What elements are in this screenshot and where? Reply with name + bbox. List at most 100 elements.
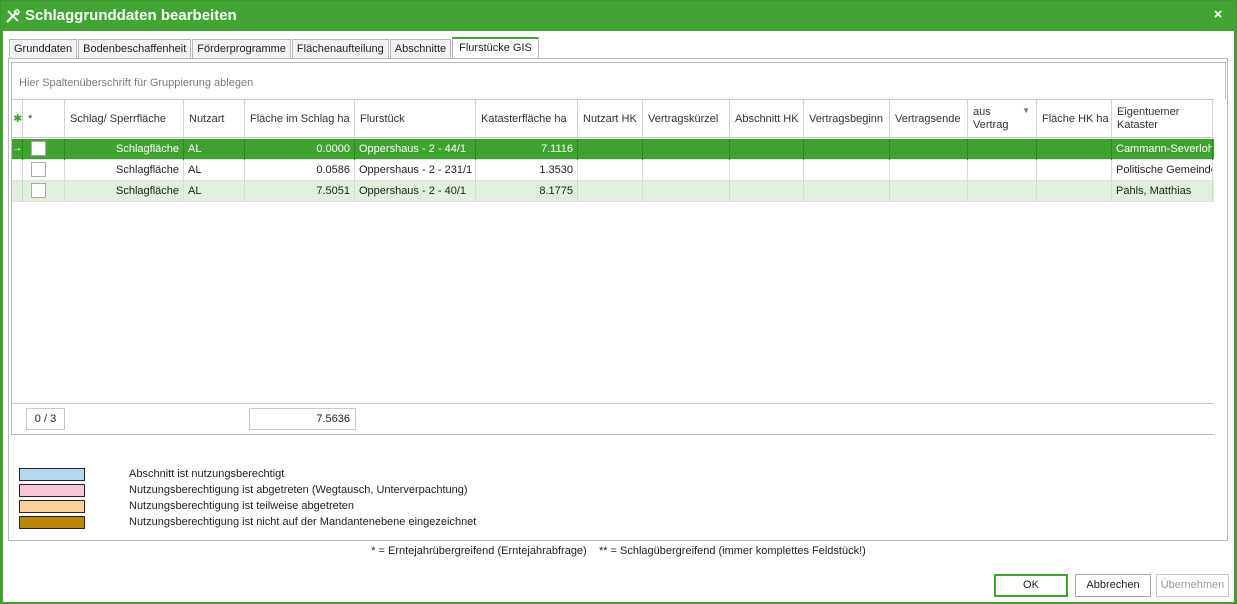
grid-footer: 0 / 3 7.5636: [12, 403, 1214, 434]
legend-swatch-brown: [19, 516, 85, 529]
cell-abschnitt-hk[interactable]: [730, 139, 804, 160]
tab-abschnitte[interactable]: Abschnitte: [389, 39, 452, 58]
cell-abschnitt-hk[interactable]: [730, 181, 804, 202]
cell-nutzart[interactable]: AL: [184, 160, 245, 181]
cancel-button[interactable]: Abbrechen: [1075, 574, 1151, 597]
column-header-vertragsbeginn[interactable]: Vertragsbeginn: [804, 100, 890, 138]
column-header-schlag[interactable]: Schlag/ Sperrfläche: [65, 100, 184, 138]
cell-vertragsende[interactable]: [890, 139, 968, 160]
column-header-eigentuemer[interactable]: Eigentuemer Kataster: [1112, 100, 1213, 138]
cell-eigentuemer[interactable]: Politische Gemeinde: [1112, 160, 1213, 181]
cell-star[interactable]: [23, 181, 65, 202]
current-row-arrow-icon: →: [12, 139, 23, 160]
column-header-flaeche-schlag[interactable]: Fläche im Schlag ha: [245, 100, 355, 138]
cell-star[interactable]: [23, 139, 65, 160]
cell-flaeche-schlag[interactable]: 0.0000: [245, 139, 355, 160]
tab-grunddaten[interactable]: Grunddaten: [9, 39, 78, 58]
cell-flurstueck[interactable]: Oppershaus - 2 - 40/1: [355, 181, 476, 202]
cell-aus-vertrag[interactable]: [968, 160, 1037, 181]
cell-flurstueck[interactable]: Oppershaus - 2 - 44/1: [355, 139, 476, 160]
cell-eigentuemer[interactable]: Cammann-Severloh: [1112, 139, 1213, 160]
legend-item: Nutzungsberechtigung ist abgetreten (Weg…: [19, 484, 619, 498]
cell-katasterflaeche[interactable]: 7.1116: [476, 139, 578, 160]
data-grid: Hier Spaltenüberschrift für Gruppierung …: [11, 62, 1226, 435]
cell-vertragsbeginn[interactable]: [804, 160, 890, 181]
cell-nutzart[interactable]: AL: [184, 181, 245, 202]
close-icon[interactable]: ×: [1210, 6, 1226, 24]
cell-flaeche-hk[interactable]: [1037, 139, 1112, 160]
legend-swatch-pink: [19, 484, 85, 497]
legend-item: Nutzungsberechtigung ist nicht auf der M…: [19, 516, 619, 530]
row-checkbox[interactable]: [31, 141, 46, 156]
legend-label: Nutzungsberechtigung ist nicht auf der M…: [129, 516, 477, 528]
row-indicator: [12, 181, 23, 202]
table-row[interactable]: → Schlagfläche AL 0.0000 Oppershaus - 2 …: [12, 139, 1214, 160]
new-row-icon[interactable]: ✱: [12, 100, 23, 138]
column-header-aus-vertrag-label: aus Vertrag: [973, 106, 1009, 131]
cell-nutzart[interactable]: AL: [184, 139, 245, 160]
tab-flurstuecke-gis[interactable]: Flurstücke GIS: [452, 37, 539, 58]
tab-bodenbeschaffenheit[interactable]: Bodenbeschaffenheit: [78, 39, 192, 58]
legend-label: Abschnitt ist nutzungsberechtigt: [129, 468, 285, 480]
tab-foerderprogramme[interactable]: Förderprogramme: [192, 39, 291, 58]
column-header-vertragskuerzel[interactable]: Vertragskürzel: [643, 100, 730, 138]
column-header-nutzart-hk[interactable]: Nutzart HK: [578, 100, 643, 138]
column-header-nutzart[interactable]: Nutzart: [184, 100, 245, 138]
cell-flaeche-hk[interactable]: [1037, 160, 1112, 181]
cell-schlag[interactable]: Schlagfläche: [65, 139, 184, 160]
cell-flaeche-hk[interactable]: [1037, 181, 1112, 202]
legend-item: Nutzungsberechtigung ist teilweise abget…: [19, 500, 619, 514]
cell-star[interactable]: [23, 160, 65, 181]
cell-katasterflaeche[interactable]: 8.1775: [476, 181, 578, 202]
dialog-content: Grunddaten Bodenbeschaffenheit Förderpro…: [3, 31, 1234, 602]
row-indicator: [12, 160, 23, 181]
cell-vertragsende[interactable]: [890, 160, 968, 181]
cell-schlag[interactable]: Schlagfläche: [65, 160, 184, 181]
tab-panel-flurstuecke-gis: Hier Spaltenüberschrift für Gruppierung …: [8, 58, 1228, 541]
cell-katasterflaeche[interactable]: 1.3530: [476, 160, 578, 181]
cell-vertragsende[interactable]: [890, 181, 968, 202]
column-header-star[interactable]: *: [23, 100, 65, 138]
group-panel-hint[interactable]: Hier Spaltenüberschrift für Gruppierung …: [19, 77, 253, 89]
legend-swatch-blue: [19, 468, 85, 481]
table-row[interactable]: Schlagfläche AL 7.5051 Oppershaus - 2 - …: [12, 181, 1214, 202]
column-header-abschnitt-hk[interactable]: Abschnitt HK: [730, 100, 804, 138]
cell-aus-vertrag[interactable]: [968, 181, 1037, 202]
apply-button[interactable]: Übernehmen: [1156, 574, 1229, 597]
cell-abschnitt-hk[interactable]: [730, 160, 804, 181]
tab-flaechenaufteilung[interactable]: Flächenaufteilung: [291, 39, 389, 58]
table-row[interactable]: Schlagfläche AL 0.0586 Oppershaus - 2 - …: [12, 160, 1214, 181]
cell-nutzart-hk[interactable]: [578, 160, 643, 181]
row-checkbox[interactable]: [31, 183, 46, 198]
column-header-aus-vertrag[interactable]: aus Vertrag ▼: [968, 100, 1037, 138]
cell-flurstueck[interactable]: Oppershaus - 2 - 231/1: [355, 160, 476, 181]
footnote-text: * = Erntejahrübergreifend (Erntejahrabfr…: [371, 545, 866, 557]
flaeche-sum-summary: 7.5636: [249, 408, 356, 430]
ok-button[interactable]: OK: [994, 574, 1068, 597]
cell-vertragskuerzel[interactable]: [643, 139, 730, 160]
grid-header: ✱ * Schlag/ Sperrfläche Nutzart Fläche i…: [12, 99, 1214, 138]
grid-right-gutter: [1214, 99, 1226, 435]
tab-strip: Grunddaten Bodenbeschaffenheit Förderpro…: [9, 37, 540, 58]
cell-vertragskuerzel[interactable]: [643, 181, 730, 202]
legend-label: Nutzungsberechtigung ist teilweise abget…: [129, 500, 355, 512]
row-count-summary: 0 / 3: [26, 408, 65, 430]
column-header-katasterflaeche[interactable]: Katasterfläche ha: [476, 100, 578, 138]
cell-aus-vertrag[interactable]: [968, 139, 1037, 160]
legend-label: Nutzungsberechtigung ist abgetreten (Weg…: [129, 484, 468, 496]
cell-flaeche-schlag[interactable]: 7.5051: [245, 181, 355, 202]
cell-nutzart-hk[interactable]: [578, 139, 643, 160]
cell-schlag[interactable]: Schlagfläche: [65, 181, 184, 202]
cell-nutzart-hk[interactable]: [578, 181, 643, 202]
filter-icon[interactable]: ▼: [1022, 104, 1030, 117]
cell-eigentuemer[interactable]: Pahls, Matthias: [1112, 181, 1213, 202]
row-checkbox[interactable]: [31, 162, 46, 177]
column-header-vertragsende[interactable]: Vertragsende: [890, 100, 968, 138]
cell-vertragsbeginn[interactable]: [804, 181, 890, 202]
cell-vertragsbeginn[interactable]: [804, 139, 890, 160]
cell-vertragskuerzel[interactable]: [643, 160, 730, 181]
column-header-flurstueck[interactable]: Flurstück: [355, 100, 476, 138]
title-bar[interactable]: Schlaggrunddaten bearbeiten ×: [1, 1, 1236, 31]
cell-flaeche-schlag[interactable]: 0.0586: [245, 160, 355, 181]
column-header-flaeche-hk[interactable]: Fläche HK ha: [1037, 100, 1112, 138]
